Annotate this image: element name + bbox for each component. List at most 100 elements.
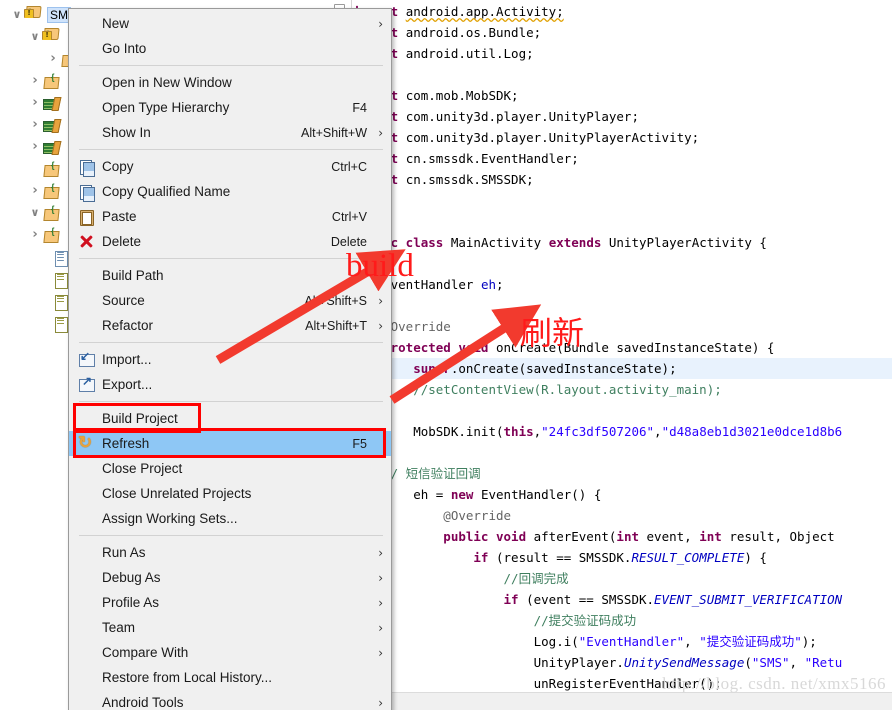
tree-twisty-icon[interactable]	[46, 52, 60, 65]
code-token: cn.smssdk.SMSSDK;	[405, 172, 534, 187]
menu-item-close-project[interactable]: Close Project›	[69, 456, 391, 481]
menu-item-compare-with[interactable]: Compare With ›	[69, 640, 391, 665]
menu-item-build-path[interactable]: Build Path ›	[69, 263, 391, 288]
library-icon	[42, 117, 60, 133]
code-token: EVENT_SUBMIT_VERIFICATION	[654, 592, 843, 607]
submenu-chevron-icon[interactable]: ›	[373, 319, 383, 333]
editor-horizontal-scrollbar[interactable]: ‹	[330, 692, 892, 710]
menu-item-label: Refresh	[102, 436, 150, 451]
tree-item[interactable]	[28, 180, 63, 201]
menu-item-import[interactable]: Import...›	[69, 347, 391, 372]
menu-item-android-tools[interactable]: Android Tools ›	[69, 690, 391, 710]
code-token: android.util.Log;	[405, 46, 534, 61]
menu-item-team[interactable]: Team ›	[69, 615, 391, 640]
menu-item-run-as[interactable]: Run As ›	[69, 540, 391, 565]
submenu-chevron-icon[interactable]: ›	[373, 294, 383, 308]
menu-item-label: Build Project	[102, 411, 178, 426]
menu-item-assign-working-sets[interactable]: Assign Working Sets...›	[69, 506, 391, 531]
menu-item-restore-from-local-history[interactable]: Restore from Local History...›	[69, 665, 391, 690]
code-token: );	[801, 634, 817, 649]
tree-twisty-icon[interactable]	[28, 184, 42, 197]
code-token: com.unity3d.player.UnityPlayerActivity;	[405, 130, 700, 145]
menu-item-source[interactable]: Source Alt+Shift+S ›	[69, 288, 391, 313]
paste-icon	[78, 208, 95, 226]
submenu-chevron-icon[interactable]: ›	[373, 546, 383, 560]
code-token: MainActivity	[450, 235, 549, 250]
menu-item-shortcut: Delete	[330, 234, 367, 249]
tree-twisty-icon[interactable]	[28, 74, 42, 87]
menu-item-label: Go Into	[102, 41, 147, 56]
menu-item-open-in-new-window[interactable]: Open in New Window›	[69, 70, 391, 95]
menu-item-label: Copy Qualified Name	[102, 184, 231, 199]
menu-separator	[79, 65, 383, 66]
tree-item[interactable]	[28, 70, 63, 91]
tree-twisty-icon[interactable]	[28, 96, 42, 109]
gen-folder-icon	[42, 72, 60, 89]
code-token: (result == SMSSDK.	[496, 550, 632, 565]
menu-item-export[interactable]: Export...›	[69, 372, 391, 397]
menu-item-new[interactable]: New ›	[69, 11, 391, 36]
tree-item[interactable]	[28, 26, 63, 47]
submenu-chevron-icon[interactable]: ›	[373, 696, 383, 710]
annotation-label-build: build	[346, 248, 414, 284]
menu-item-build-project[interactable]: Build Project›	[69, 406, 391, 431]
code-token: extends	[548, 235, 609, 250]
menu-item-show-in[interactable]: Show In Alt+Shift+W ›	[69, 120, 391, 145]
code-token: "d48a8eb1d3021e0dce1d8b6	[661, 424, 843, 439]
code-line: import com.unity3d.player.UnityPlayerAct…	[353, 127, 699, 148]
menu-item-label: Show In	[102, 125, 151, 140]
tree-twisty-icon[interactable]	[28, 140, 42, 153]
submenu-chevron-icon[interactable]: ›	[373, 17, 383, 31]
menu-item-open-type-hierarchy[interactable]: Open Type HierarchyF4›	[69, 95, 391, 120]
tree-twisty-icon[interactable]	[28, 31, 42, 42]
submenu-chevron-icon[interactable]: ›	[373, 571, 383, 585]
code-token: (event == SMSSDK.	[526, 592, 655, 607]
code-editor-area[interactable]: import android.app.Activity;import andro…	[330, 0, 892, 692]
code-text[interactable]: import android.app.Activity;import andro…	[353, 0, 892, 692]
tree-twisty-icon[interactable]	[28, 228, 42, 241]
menu-item-label: Refactor	[102, 318, 154, 333]
menu-item-label: Open Type Hierarchy	[102, 100, 230, 115]
submenu-chevron-icon[interactable]: ›	[373, 596, 383, 610]
menu-item-delete[interactable]: DeleteDelete›	[69, 229, 391, 254]
tree-item[interactable]	[28, 158, 63, 179]
menu-item-profile-as[interactable]: Profile As ›	[69, 590, 391, 615]
export-icon	[78, 374, 95, 393]
code-token: "24fc3df507206"	[541, 424, 655, 439]
tree-item[interactable]: SM	[10, 4, 71, 25]
copy-qualified-icon	[78, 183, 95, 202]
menu-item-shortcut: F5	[352, 436, 367, 451]
folder-icon	[42, 182, 60, 199]
submenu-chevron-icon[interactable]: ›	[373, 621, 383, 635]
tree-twisty-icon[interactable]	[28, 207, 42, 218]
menu-item-close-unrelated-projects[interactable]: Close Unrelated Projects›	[69, 481, 391, 506]
submenu-chevron-icon[interactable]: ›	[373, 646, 383, 660]
menu-separator	[79, 535, 383, 536]
menu-item-copy[interactable]: CopyCtrl+C›	[69, 154, 391, 179]
folder-icon	[42, 160, 60, 177]
import-icon	[78, 349, 95, 368]
project-context-menu[interactable]: New›Go Into›Open in New Window›Open Type…	[68, 8, 392, 710]
menu-item-refresh[interactable]: RefreshF5›	[69, 431, 391, 456]
menu-item-paste[interactable]: PasteCtrl+V›	[69, 204, 391, 229]
menu-item-refactor[interactable]: Refactor Alt+Shift+T ›	[69, 313, 391, 338]
code-token: android.app.Activity;	[405, 4, 564, 19]
tree-item[interactable]	[28, 202, 63, 223]
submenu-chevron-icon[interactable]: ›	[373, 126, 383, 140]
tree-item[interactable]	[28, 224, 63, 245]
menu-item-label: Team	[102, 620, 136, 635]
code-token: afterEvent(	[533, 529, 617, 544]
menu-item-label: Debug As	[102, 570, 161, 585]
tree-item[interactable]	[28, 136, 63, 157]
code-token: ,	[654, 424, 662, 439]
tree-item[interactable]	[28, 114, 63, 135]
tree-twisty-icon[interactable]	[28, 118, 42, 131]
menu-item-shortcut: Alt+Shift+T	[305, 318, 367, 333]
menu-item-copy-qualified-name[interactable]: Copy Qualified Name›	[69, 179, 391, 204]
menu-item-debug-as[interactable]: Debug As ›	[69, 565, 391, 590]
code-token: ;	[496, 277, 504, 292]
tree-twisty-icon[interactable]	[10, 9, 24, 20]
menu-item-go-into[interactable]: Go Into›	[69, 36, 391, 61]
menu-item-label: Assign Working Sets...	[102, 511, 238, 526]
tree-item[interactable]	[28, 92, 63, 113]
